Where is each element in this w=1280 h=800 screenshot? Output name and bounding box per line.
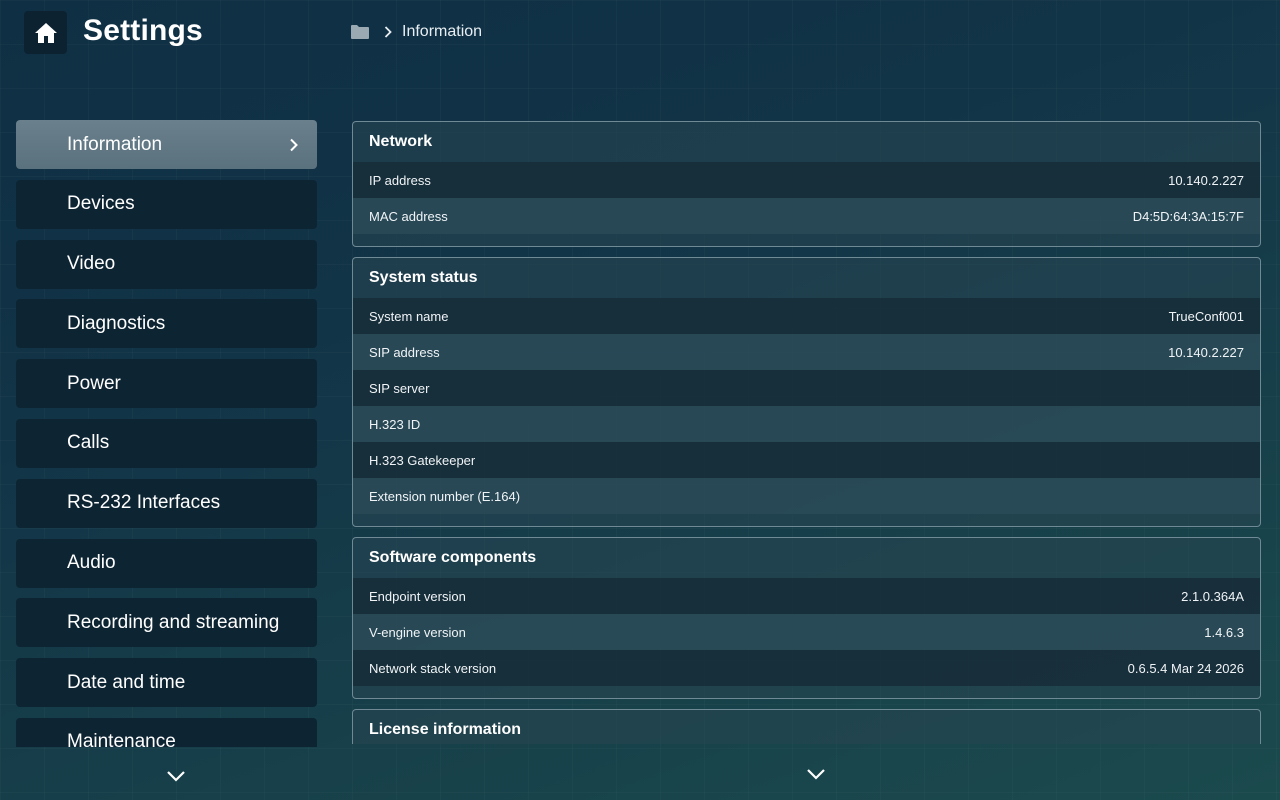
folder-icon[interactable] [350,23,370,41]
sidebar-item-information[interactable]: Information [16,120,317,169]
sidebar-item-calls[interactable]: Calls [16,418,317,468]
license-information-panel: License information [352,709,1261,744]
sidebar-item-label: Diagnostics [67,312,166,334]
sidebar-item-power[interactable]: Power [16,359,317,409]
table-row: SIP server [353,370,1260,406]
panel-title: System status [369,269,478,286]
sidebar-item-label: Information [67,133,163,155]
sidebar-item-date-time[interactable]: Date and time [16,658,317,708]
system-status-panel: System status System name TrueConf001 SI… [352,257,1261,527]
chevron-right-icon [289,138,301,152]
chevron-down-icon [807,769,825,780]
breadcrumb-current: Information [402,23,483,40]
sidebar-item-maintenance[interactable]: Maintenance [16,717,317,747]
software-components-panel: Software components Endpoint version 2.1… [352,537,1261,699]
table-row: H.323 Gatekeeper [353,442,1260,478]
sidebar-item-audio[interactable]: Audio [16,538,317,588]
sidebar-item-label: Video [67,253,116,275]
table-row: Extension number (E.164) [353,478,1260,514]
sidebar-item-rs232[interactable]: RS-232 Interfaces [16,478,317,528]
sidebar-item-recording[interactable]: Recording and streaming [16,598,317,648]
sidebar-item-label: Devices [67,193,135,215]
header: Settings Information [0,0,1280,64]
network-panel: Network IP address 10.140.2.227 MAC addr… [352,121,1261,247]
table-row: H.323 ID [353,406,1260,442]
sidebar-item-label: Recording and streaming [67,611,280,633]
home-button[interactable] [24,11,67,54]
sidebar-item-video[interactable]: Video [16,239,317,289]
sidebar-scroll-down-button[interactable] [165,768,187,784]
sidebar-item-devices[interactable]: Devices [16,179,317,229]
table-row: MAC address D4:5D:64:3A:15:7F [353,198,1260,234]
info-content[interactable]: Network IP address 10.140.2.227 MAC addr… [352,121,1261,744]
page-title: Settings [83,14,203,47]
sidebar-item-label: Date and time [67,671,186,693]
sidebar-item-label: Power [67,372,121,394]
panel-title: Network [369,133,433,150]
sidebar-item-label: RS-232 Interfaces [67,492,221,514]
table-row: Network stack version 0.6.5.4 Mar 24 202… [353,650,1260,686]
panel-title: Software components [369,549,537,566]
breadcrumb: Information [350,20,482,44]
chevron-right-icon [384,26,392,38]
table-row: System name TrueConf001 [353,298,1260,334]
table-row: IP address 10.140.2.227 [353,162,1260,198]
table-row: SIP address 10.140.2.227 [353,334,1260,370]
table-row: V-engine version 1.4.6.3 [353,614,1260,650]
table-row: Endpoint version 2.1.0.364A [353,578,1260,614]
sidebar-item-label: Maintenance [67,731,176,747]
panel-title: License information [369,721,522,738]
sidebar: Information Devices Video Diagnostics Po… [16,120,317,747]
sidebar-item-label: Calls [67,432,110,454]
home-icon [34,22,57,43]
sidebar-item-diagnostics[interactable]: Diagnostics [16,299,317,349]
chevron-down-icon [167,771,185,782]
sidebar-item-label: Audio [67,552,116,574]
content-scroll-down-button[interactable] [805,766,827,782]
